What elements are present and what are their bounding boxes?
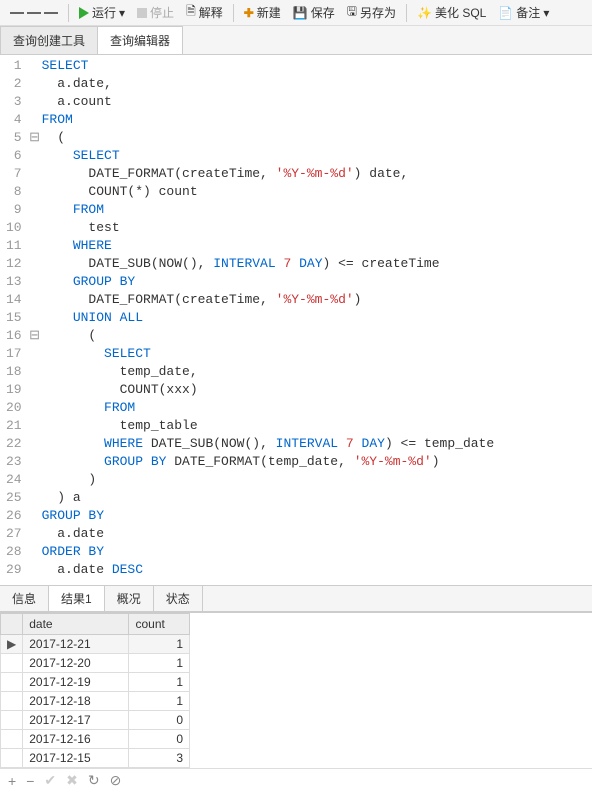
save-icon: 💾 bbox=[293, 6, 308, 20]
editor-tabs: 查询创建工具 查询编辑器 bbox=[0, 26, 592, 55]
stop-button[interactable]: 停止 bbox=[133, 2, 178, 23]
stop-label: 停止 bbox=[150, 4, 174, 21]
tab-result1[interactable]: 结果1 bbox=[49, 586, 105, 611]
row-pointer: ▶ bbox=[1, 635, 23, 654]
saveas-label: 另存为 bbox=[360, 4, 396, 21]
dropdown-icon: ▾ bbox=[119, 6, 125, 20]
row-pointer bbox=[1, 730, 23, 749]
stop-icon[interactable]: ⊘ bbox=[110, 772, 122, 789]
tab-status[interactable]: 状态 bbox=[154, 586, 203, 611]
note-label: 备注 bbox=[516, 4, 540, 21]
refresh-icon[interactable]: ↻ bbox=[88, 772, 100, 789]
row-pointer bbox=[1, 654, 23, 673]
save-label: 保存 bbox=[311, 4, 335, 21]
save-button[interactable]: 💾保存 bbox=[289, 2, 339, 23]
explain-button[interactable]: 🗎解释 bbox=[182, 0, 227, 25]
wand-icon: ✨ bbox=[417, 6, 432, 20]
run-button[interactable]: 运行▾ bbox=[75, 2, 129, 23]
separator bbox=[233, 4, 234, 22]
stop-icon bbox=[137, 8, 147, 18]
table-row[interactable]: 2017-12-201 bbox=[1, 654, 190, 673]
cell-date[interactable]: 2017-12-19 bbox=[23, 673, 129, 692]
play-icon bbox=[79, 7, 89, 19]
result-grid[interactable]: date count ▶2017-12-2112017-12-2012017-1… bbox=[0, 612, 592, 768]
cell-count[interactable]: 0 bbox=[129, 730, 190, 749]
cell-date[interactable]: 2017-12-16 bbox=[23, 730, 129, 749]
cell-count[interactable]: 3 bbox=[129, 749, 190, 768]
col-count[interactable]: count bbox=[129, 614, 190, 635]
cell-count[interactable]: 1 bbox=[129, 673, 190, 692]
explain-icon: 🗎 bbox=[186, 2, 196, 23]
note-icon: 📄 bbox=[498, 6, 513, 20]
saveas-icon: 🖫 bbox=[347, 2, 357, 23]
toolbar: 运行▾ 停止 🗎解释 ✚新建 💾保存 🖫另存为 ✨美化 SQL 📄备注▾ bbox=[0, 0, 592, 26]
table-row[interactable]: 2017-12-153 bbox=[1, 749, 190, 768]
fold-gutter: ⊟⊟ bbox=[28, 57, 42, 579]
line-gutter: 1234567891011121314151617181920212223242… bbox=[0, 57, 28, 579]
cell-date[interactable]: 2017-12-17 bbox=[23, 711, 129, 730]
explain-label: 解释 bbox=[199, 4, 223, 21]
tab-query-builder[interactable]: 查询创建工具 bbox=[0, 26, 98, 54]
row-pointer bbox=[1, 692, 23, 711]
note-button[interactable]: 📄备注▾ bbox=[494, 2, 553, 23]
beautify-button[interactable]: ✨美化 SQL bbox=[413, 2, 490, 23]
tab-query-editor[interactable]: 查询编辑器 bbox=[97, 26, 183, 54]
beautify-label: 美化 SQL bbox=[435, 4, 486, 21]
add-row-icon[interactable]: + bbox=[8, 773, 16, 789]
cell-date[interactable]: 2017-12-20 bbox=[23, 654, 129, 673]
commit-icon[interactable]: ✔ bbox=[44, 772, 56, 789]
tab-profile[interactable]: 概况 bbox=[105, 586, 154, 611]
row-pointer-header bbox=[1, 614, 23, 635]
code-area[interactable]: SELECT a.date, a.countFROM ( SELECT DATE… bbox=[42, 57, 495, 579]
cell-count[interactable]: 0 bbox=[129, 711, 190, 730]
table-row[interactable]: 2017-12-191 bbox=[1, 673, 190, 692]
result-tabs: 信息 结果1 概况 状态 bbox=[0, 585, 592, 612]
grid-statusbar: + − ✔ ✖ ↻ ⊘ bbox=[0, 768, 592, 792]
sql-editor[interactable]: 1234567891011121314151617181920212223242… bbox=[0, 55, 592, 585]
row-pointer bbox=[1, 749, 23, 768]
saveas-button[interactable]: 🖫另存为 bbox=[343, 0, 400, 25]
new-icon: ✚ bbox=[244, 6, 254, 20]
table-row[interactable]: 2017-12-181 bbox=[1, 692, 190, 711]
cell-date[interactable]: 2017-12-21 bbox=[23, 635, 129, 654]
table-row[interactable]: 2017-12-160 bbox=[1, 730, 190, 749]
table-row[interactable]: 2017-12-170 bbox=[1, 711, 190, 730]
tab-info[interactable]: 信息 bbox=[0, 586, 49, 611]
row-pointer bbox=[1, 673, 23, 692]
remove-row-icon[interactable]: − bbox=[26, 773, 34, 789]
run-label: 运行 bbox=[92, 4, 116, 21]
cell-date[interactable]: 2017-12-15 bbox=[23, 749, 129, 768]
cell-count[interactable]: 1 bbox=[129, 654, 190, 673]
col-date[interactable]: date bbox=[23, 614, 129, 635]
separator bbox=[406, 4, 407, 22]
row-pointer bbox=[1, 711, 23, 730]
cell-count[interactable]: 1 bbox=[129, 692, 190, 711]
table-row[interactable]: ▶2017-12-211 bbox=[1, 635, 190, 654]
cell-date[interactable]: 2017-12-18 bbox=[23, 692, 129, 711]
new-button[interactable]: ✚新建 bbox=[240, 2, 285, 23]
new-label: 新建 bbox=[257, 4, 281, 21]
dropdown-icon: ▾ bbox=[543, 6, 549, 20]
cancel-icon[interactable]: ✖ bbox=[66, 772, 78, 789]
separator bbox=[68, 4, 69, 22]
cell-count[interactable]: 1 bbox=[129, 635, 190, 654]
menu-icon[interactable] bbox=[6, 8, 62, 18]
